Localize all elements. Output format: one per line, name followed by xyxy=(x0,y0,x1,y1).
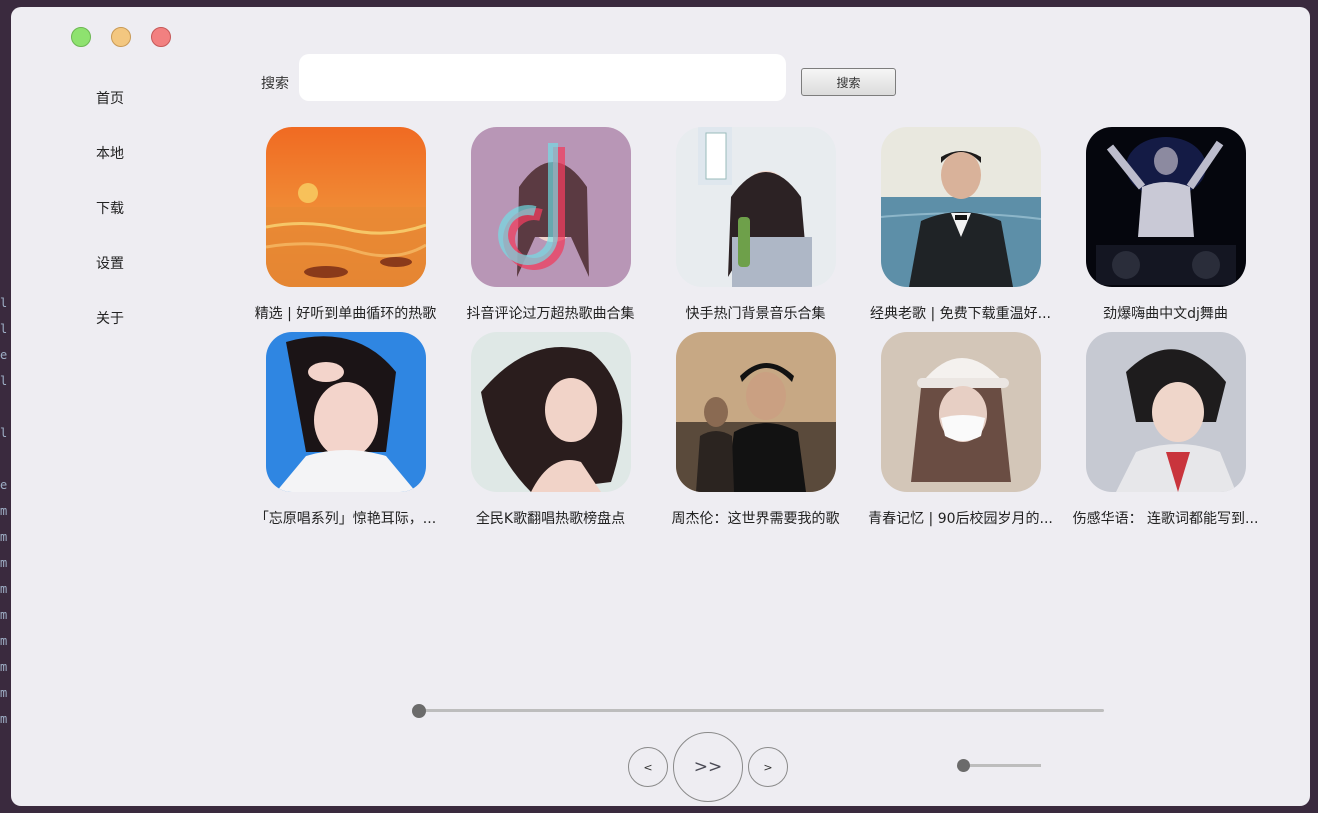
playlist-card[interactable]: 精选 | 好听到单曲循环的热歌 xyxy=(243,127,448,332)
tiktok-girl-icon[interactable] xyxy=(470,127,631,287)
playlist-title: 周杰伦：这世界需要我的歌 xyxy=(671,511,840,527)
playlist-card[interactable]: 经典老歌 | 免费下载重温好... xyxy=(858,127,1063,332)
girl-blue-icon[interactable] xyxy=(265,332,426,492)
playlist-title: 伤感华语： 连歌词都能写到... xyxy=(1072,511,1259,527)
search-input[interactable] xyxy=(299,54,786,101)
playlist-title: 经典老歌 | 免费下载重温好... xyxy=(870,306,1051,322)
sunset-sea-icon[interactable] xyxy=(265,127,426,287)
playlist-title: 精选 | 好听到单曲循环的热歌 xyxy=(254,306,437,322)
nav-about[interactable]: 关于 xyxy=(96,308,124,328)
man-suit-sea-icon[interactable] xyxy=(880,127,1041,287)
dj-icon[interactable] xyxy=(1085,127,1246,287)
playlist-title: 青春记忆 | 90后校园岁月的... xyxy=(868,511,1053,527)
playlist-card[interactable]: 青春记忆 | 90后校园岁月的... xyxy=(858,332,1063,537)
previous-button[interactable]: < xyxy=(628,747,668,787)
sidebar: 首页 本地 下载 设置 关于 xyxy=(11,7,211,806)
nav-download[interactable]: 下载 xyxy=(96,198,124,218)
search-button[interactable]: 搜索 xyxy=(801,68,896,96)
search-label: 搜索 xyxy=(261,76,289,92)
playlist-title: 快手热门背景音乐合集 xyxy=(685,306,826,322)
playlist-title: 劲爆嗨曲中文dj舞曲 xyxy=(1103,306,1228,322)
girl-mask-icon[interactable] xyxy=(880,332,1041,492)
playlist-card[interactable]: 快手热门背景音乐合集 xyxy=(653,127,858,332)
volume-handle[interactable] xyxy=(957,759,970,772)
girl-drink-icon[interactable] xyxy=(675,127,836,287)
playlist-card[interactable]: 伤感华语： 连歌词都能写到... xyxy=(1063,332,1268,537)
playlist-title: 抖音评论过万超热歌曲合集 xyxy=(466,306,635,322)
playlist-card[interactable]: 「忘原唱系列」惊艳耳际，... xyxy=(243,332,448,537)
progress-handle[interactable] xyxy=(412,704,426,718)
boy-portrait-icon[interactable] xyxy=(1085,332,1246,492)
next-button[interactable]: > xyxy=(748,747,788,787)
playlist-card[interactable]: 周杰伦：这世界需要我的歌 xyxy=(653,332,858,537)
illustrated-girl-icon[interactable] xyxy=(470,332,631,492)
volume-slider[interactable] xyxy=(961,764,1041,767)
app-window: 首页 本地 下载 设置 关于 搜索 搜索 精选 | 好听到单曲循环的热歌 抖音评… xyxy=(11,7,1310,806)
playlist-card[interactable]: 全民K歌翻唱热歌榜盘点 xyxy=(448,332,653,537)
playlist-title: 全民K歌翻唱热歌榜盘点 xyxy=(475,511,626,527)
progress-bar[interactable] xyxy=(418,709,1104,712)
play-button[interactable]: >> xyxy=(673,732,743,802)
playlist-title: 「忘原唱系列」惊艳耳际，... xyxy=(254,511,437,527)
nav-local[interactable]: 本地 xyxy=(96,143,124,163)
nav-settings[interactable]: 设置 xyxy=(96,253,124,273)
singer-cap-icon[interactable] xyxy=(675,332,836,492)
playlist-card[interactable]: 劲爆嗨曲中文dj舞曲 xyxy=(1063,127,1268,332)
playlist-card[interactable]: 抖音评论过万超热歌曲合集 xyxy=(448,127,653,332)
nav-home[interactable]: 首页 xyxy=(96,88,124,108)
